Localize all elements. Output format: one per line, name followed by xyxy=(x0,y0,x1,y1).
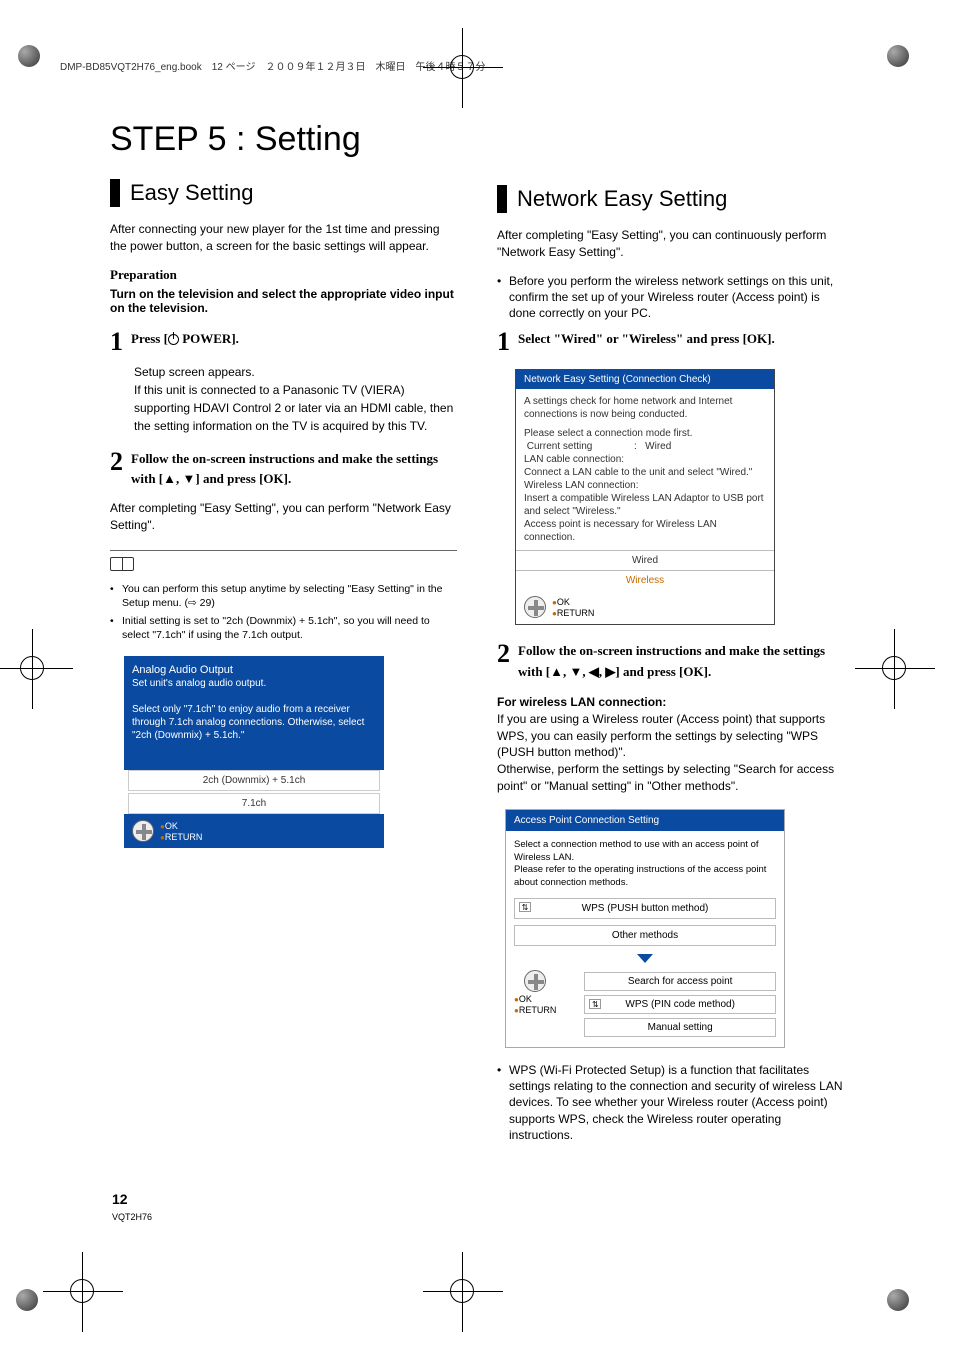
after-text: After completing "Easy Setting", you can… xyxy=(110,500,457,534)
section-title: Easy Setting xyxy=(130,180,254,206)
power-icon xyxy=(168,334,179,345)
step-2: 2 Follow the on-screen instructions and … xyxy=(110,449,457,491)
swap-icon: ⇅ xyxy=(519,902,531,912)
return-label: RETURN xyxy=(514,1005,556,1015)
step-number: 1 xyxy=(110,329,123,355)
file-header: DMP-BD85VQT2H76_eng.book 12 ページ ２００９年１２月… xyxy=(60,58,485,73)
option-2ch: 2ch (Downmix) + 5.1ch xyxy=(128,770,380,791)
page-code: VQT2H76 xyxy=(112,1212,152,1222)
section-bar-icon xyxy=(497,185,507,213)
sub-option-manual: Manual setting xyxy=(584,1018,776,1037)
page-title: STEP 5 : Setting xyxy=(110,120,844,159)
ok-label: OK xyxy=(514,994,556,1004)
step-label: Follow the on-screen instructions and ma… xyxy=(131,449,457,491)
step1-body: Setup screen appears. If this unit is co… xyxy=(134,363,457,435)
dpad-icon xyxy=(524,596,546,618)
left-column: Easy Setting After connecting your new p… xyxy=(110,179,457,1147)
option-71ch: 7.1ch xyxy=(128,793,380,814)
note-item: Initial setting is set to "2ch (Downmix)… xyxy=(110,614,457,642)
wireless-body: If you are using a Wireless router (Acce… xyxy=(497,711,844,795)
step-2: 2 Follow the on-screen instructions and … xyxy=(497,641,844,683)
screen-line: Access point is necessary for Wireless L… xyxy=(524,518,766,544)
screen-line: Please select a connection mode first. xyxy=(524,427,766,440)
preparation-heading: Preparation xyxy=(110,267,457,283)
intro-text: After connecting your new player for the… xyxy=(110,221,457,255)
wps-bullets: WPS (Wi-Fi Protected Setup) is a functio… xyxy=(497,1062,844,1143)
access-point-screen: Access Point Connection Setting Select a… xyxy=(505,809,785,1048)
screen-line: Connect a LAN cable to the unit and sele… xyxy=(524,466,766,479)
crop-mark xyxy=(450,1279,474,1303)
wireless-heading: For wireless LAN connection: xyxy=(497,695,844,709)
print-dot xyxy=(16,1289,38,1311)
preparation-body: Turn on the television and select the ap… xyxy=(110,287,457,315)
bullet-item: WPS (Wi-Fi Protected Setup) is a functio… xyxy=(497,1062,844,1143)
dpad-icon xyxy=(524,970,546,992)
page-number: 12 VQT2H76 xyxy=(112,1191,152,1225)
ok-label: OK xyxy=(552,597,594,607)
screen-subtitle: Set unit's analog audio output. xyxy=(132,678,376,689)
print-dot xyxy=(887,45,909,67)
crop-mark xyxy=(70,1279,94,1303)
option-wired: Wired xyxy=(516,550,774,570)
dpad-icon xyxy=(132,820,154,842)
screen-line: A settings check for home network and In… xyxy=(516,389,774,427)
screen-body: Select a connection method to use with a… xyxy=(506,831,784,898)
return-label: RETURN xyxy=(552,608,594,618)
network-check-screen: Network Easy Setting (Connection Check) … xyxy=(515,369,775,625)
sub-option-pin: ⇅ WPS (PIN code method) xyxy=(584,995,776,1014)
pre-bullets: Before you perform the wireless network … xyxy=(497,273,844,322)
sub-option-search: Search for access point xyxy=(584,972,776,991)
intro-text: After completing "Easy Setting", you can… xyxy=(497,227,844,261)
option-wps-push: ⇅ WPS (PUSH button method) xyxy=(514,898,776,919)
crop-mark xyxy=(450,55,474,79)
ok-label: OK xyxy=(160,821,202,831)
notes-list: You can perform this setup anytime by se… xyxy=(110,582,457,643)
step-1: 1 Press [ POWER]. xyxy=(110,329,457,355)
screen-line: Insert a compatible Wireless LAN Adaptor… xyxy=(524,492,766,518)
option-other: Other methods xyxy=(514,925,776,946)
right-column: Network Easy Setting After completing "E… xyxy=(497,179,844,1147)
note-icon xyxy=(110,557,134,571)
screen-title: Access Point Connection Setting xyxy=(506,810,784,831)
step-label-a: Press [ xyxy=(131,331,168,346)
step-number: 2 xyxy=(110,449,123,475)
screen-title: Analog Audio Output xyxy=(132,664,376,676)
option-wireless: Wireless xyxy=(516,570,774,590)
swap-icon: ⇅ xyxy=(589,999,601,1009)
screen-desc: Select only "7.1ch" to enjoy audio from … xyxy=(132,703,376,742)
step-label: Follow the on-screen instructions and ma… xyxy=(518,641,844,683)
bullet-item: Before you perform the wireless network … xyxy=(497,273,844,322)
analog-audio-screen: Analog Audio Output Set unit's analog au… xyxy=(124,656,384,848)
screen-line: Current setting : Wired xyxy=(524,440,766,453)
step-label-b: POWER]. xyxy=(179,331,239,346)
opt-label: WPS (PUSH button method) xyxy=(582,903,709,914)
crop-mark xyxy=(20,656,44,680)
step-number: 1 xyxy=(497,329,510,355)
screen-line: LAN cable connection: xyxy=(524,453,766,466)
section-bar-icon xyxy=(110,179,120,207)
opt-label: WPS (PIN code method) xyxy=(625,999,734,1010)
step-label: Press [ POWER]. xyxy=(131,329,239,350)
screen-line: Wireless LAN connection: xyxy=(524,479,766,492)
return-label: RETURN xyxy=(160,832,202,842)
step-label: Select "Wired" or "Wireless" and press [… xyxy=(518,329,775,350)
screen-title: Network Easy Setting (Connection Check) xyxy=(516,370,774,389)
screen-block: Please select a connection mode first. C… xyxy=(516,427,774,550)
print-dot xyxy=(887,1289,909,1311)
step-number: 2 xyxy=(497,641,510,667)
crop-mark xyxy=(882,656,906,680)
print-dot xyxy=(18,45,40,67)
section-title: Network Easy Setting xyxy=(517,186,727,212)
step-1: 1 Select "Wired" or "Wireless" and press… xyxy=(497,329,844,355)
note-item: You can perform this setup anytime by se… xyxy=(110,582,457,610)
page-num: 12 xyxy=(112,1191,152,1207)
chevron-down-icon xyxy=(635,952,655,964)
